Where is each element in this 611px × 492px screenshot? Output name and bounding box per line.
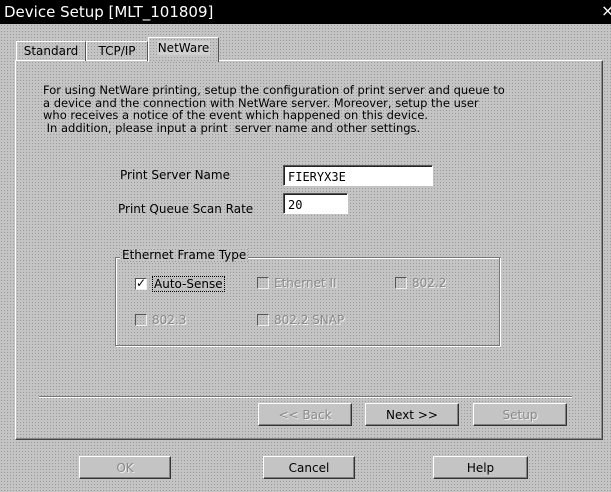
- 802-2-label: 802.2: [412, 276, 447, 290]
- 802-2-snap-checkbox[interactable]: 802.2 SNAP: [257, 313, 344, 327]
- help-button[interactable]: Help: [433, 456, 528, 479]
- checkmark-icon: ✓: [136, 276, 147, 290]
- ethernet-ii-checkbox-box[interactable]: [257, 277, 269, 289]
- tab-standard[interactable]: Standard: [16, 41, 86, 61]
- print-queue-scan-rate-input[interactable]: [283, 193, 348, 214]
- ok-button[interactable]: OK: [79, 456, 171, 479]
- cancel-button[interactable]: Cancel: [263, 456, 355, 479]
- 802-2-checkbox[interactable]: 802.2: [395, 276, 446, 290]
- 802-2-snap-label: 802.2 SNAP: [274, 313, 345, 327]
- tab-tcpip[interactable]: TCP/IP: [86, 41, 148, 61]
- close-icon[interactable]: ×: [601, 2, 611, 20]
- 802-3-checkbox-box[interactable]: [135, 314, 147, 326]
- 802-2-snap-checkbox-box[interactable]: [257, 314, 269, 326]
- print-server-name-label: Print Server Name: [120, 168, 230, 182]
- auto-sense-checkbox[interactable]: ✓ Auto-Sense: [135, 276, 225, 292]
- window-title: Device Setup [MLT_101809]: [4, 3, 214, 21]
- 802-3-label: 802.3: [152, 313, 187, 327]
- back-button[interactable]: << Back: [258, 403, 352, 426]
- ethernet-ii-label: Ethernet II: [274, 276, 337, 290]
- 802-3-checkbox[interactable]: 802.3: [135, 313, 186, 327]
- ethernet-frame-type-group: [115, 257, 500, 346]
- tab-tcpip-label: TCP/IP: [98, 44, 136, 58]
- auto-sense-label: Auto-Sense: [152, 276, 225, 292]
- tab-standard-label: Standard: [23, 44, 79, 58]
- ethernet-frame-type-title: Ethernet Frame Type: [120, 248, 249, 262]
- separator: [39, 396, 572, 398]
- ethernet-ii-checkbox[interactable]: Ethernet II: [257, 276, 337, 290]
- next-button[interactable]: Next >>: [365, 403, 459, 426]
- print-server-name-input[interactable]: [283, 165, 433, 186]
- 802-2-checkbox-box[interactable]: [395, 277, 407, 289]
- netware-description: For using NetWare printing, setup the co…: [43, 83, 505, 135]
- auto-sense-checkbox-box[interactable]: ✓: [135, 276, 147, 290]
- setup-button[interactable]: Setup: [473, 403, 567, 426]
- print-queue-scan-rate-label: Print Queue Scan Rate: [118, 202, 254, 216]
- tab-netware[interactable]: NetWare: [148, 37, 219, 62]
- title-bar[interactable]: Device Setup [MLT_101809] ×: [0, 0, 611, 24]
- tab-netware-label: NetWare: [156, 41, 211, 55]
